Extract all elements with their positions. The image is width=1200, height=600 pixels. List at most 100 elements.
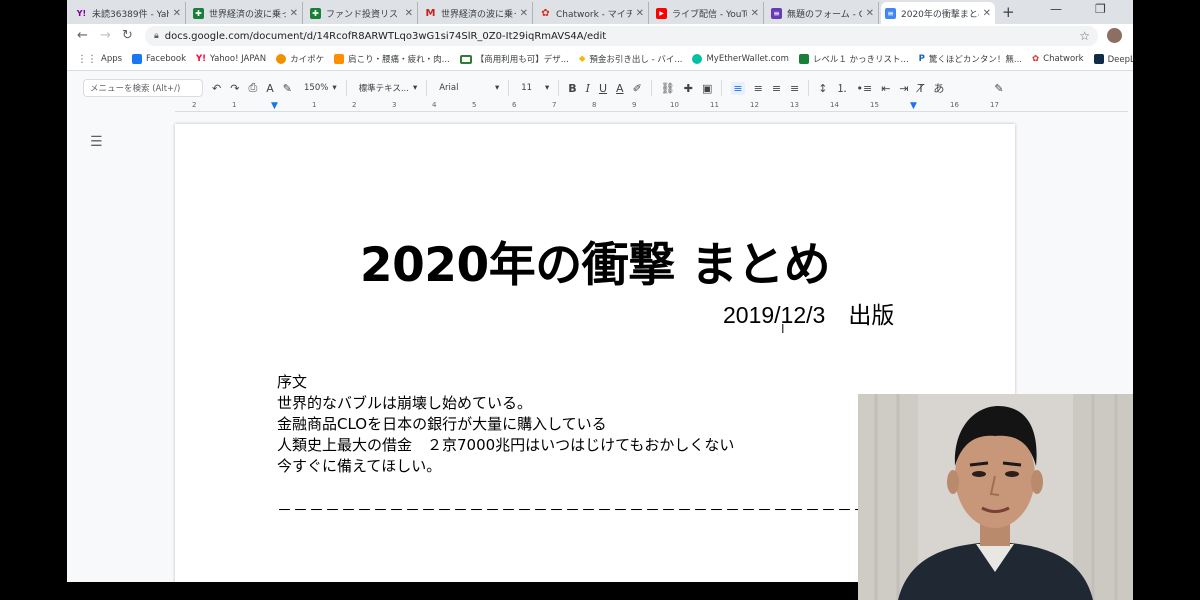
avatar[interactable] [1107, 28, 1122, 43]
zoom-select[interactable]: 150% ▾ [304, 83, 337, 93]
bookmark-item[interactable]: Y! Yahoo! JAPAN [196, 54, 266, 64]
chevron-down-icon: ▾ [544, 83, 550, 93]
toolbar-divider [426, 80, 428, 96]
ruler-tick: 12 [750, 101, 759, 109]
bookmark-label: 肩こり・腰痛・疲れ・肉... [348, 55, 450, 65]
close-icon[interactable]: ✕ [983, 8, 991, 19]
forward-icon[interactable]: → [100, 28, 111, 43]
browser-tab[interactable]: ≡ 無題のフォーム - Goo ✕ [767, 2, 879, 24]
close-icon[interactable]: ✕ [290, 8, 298, 19]
browser-tab[interactable]: M 世界経済の波に乗っ ✕ [421, 2, 533, 24]
document-body: 序文 世界的なバブルは崩壊し始めている。 金融商品CLOを日本の銀行が大量に購入… [277, 372, 734, 477]
font-select[interactable]: Arial ▾ [439, 83, 499, 93]
bookmark-item[interactable]: P 驚くほどカンタン！無... [919, 53, 1022, 65]
align-right-icon[interactable]: ≡ [772, 82, 781, 95]
decrease-indent-icon[interactable]: ⇤ [881, 82, 890, 95]
sheets-icon [798, 54, 809, 64]
bookmark-label: 驚くほどカンタン！無... [928, 55, 1023, 65]
bookmark-apps[interactable]: ⋮⋮ Apps [77, 54, 122, 65]
comment-icon[interactable]: ✚ [684, 82, 693, 95]
ruler-tick: 2 [352, 101, 357, 109]
bookmark-item[interactable]: 肩こり・腰痛・疲れ・肉... [334, 53, 450, 65]
ruler-tick: 15 [870, 101, 879, 109]
toolbar-divider [721, 80, 723, 96]
browser-tab[interactable]: ✚ ファンド投資リスト - ✕ [306, 2, 418, 24]
bookmark-item[interactable]: DeepL翻訳 [1093, 53, 1133, 65]
tab-label: ライブ配信 - YouTub [672, 9, 747, 20]
maximize-icon[interactable]: ❐ [1095, 2, 1106, 16]
redo-icon[interactable]: ↷ [230, 82, 239, 95]
underline-icon[interactable]: U [599, 82, 607, 95]
increase-indent-icon[interactable]: ⇥ [899, 82, 908, 95]
browser-tab[interactable]: Y! 未読36389件 - Yah ✕ [72, 2, 186, 24]
text-color-icon[interactable]: A [616, 82, 624, 95]
image-icon[interactable]: ▣ [702, 82, 712, 95]
browser-tab[interactable]: ✚ 世界経済の波に乗っ ✕ [189, 2, 303, 24]
bold-icon[interactable]: B [568, 82, 576, 95]
bookmark-item[interactable]: Facebook [132, 54, 186, 64]
document-outline-icon[interactable]: ☰ [90, 134, 103, 150]
toolbar-divider [508, 80, 510, 96]
highlight-icon[interactable]: ✐ [633, 82, 642, 95]
close-icon[interactable]: ✕ [751, 8, 759, 19]
numbered-list-icon[interactable]: ⒈ [836, 80, 847, 96]
lock-icon: 🔒︎ [154, 31, 159, 41]
close-icon[interactable]: ✕ [866, 8, 874, 19]
print-icon[interactable]: ⎙ [248, 81, 257, 95]
style-select[interactable]: 標準テキス... ▾ [359, 82, 418, 94]
link-icon[interactable]: ⛓ [661, 82, 675, 95]
close-icon[interactable]: ✕ [405, 8, 413, 19]
indent-marker-icon[interactable]: ▼ [271, 101, 278, 111]
menu-search-input[interactable]: メニューを検索 (Alt+/) [83, 79, 203, 97]
align-justify-icon[interactable]: ≡ [790, 82, 799, 95]
browser-tab-active[interactable]: ≡ 2020年の衝撃まとめ ✕ [881, 2, 995, 24]
clear-formatting-icon[interactable]: T̸ [918, 82, 925, 95]
tab-label: Chatwork - マイチャ [556, 9, 632, 20]
star-icon[interactable]: ☆ [1079, 29, 1090, 43]
right-indent-marker-icon[interactable]: ▼ [910, 101, 917, 111]
presenter-video [858, 394, 1133, 600]
editing-mode-icon[interactable]: ✎ [994, 82, 1003, 95]
bookmark-item[interactable]: ◆ 預金お引き出し - バイ... [579, 53, 683, 65]
back-icon[interactable]: ← [77, 28, 88, 43]
close-icon[interactable]: ✕ [173, 8, 181, 19]
spellcheck-icon[interactable]: A [266, 82, 274, 95]
bookmark-item[interactable]: 【商用利用も可】デザ... [459, 53, 569, 65]
bookmark-label: Chatwork [1043, 54, 1084, 64]
ruler-tick: 9 [632, 101, 637, 109]
reload-icon[interactable]: ↻ [122, 28, 133, 43]
italic-icon[interactable]: I [586, 82, 590, 95]
bulleted-list-icon[interactable]: •≡ [856, 82, 872, 95]
close-icon[interactable]: ✕ [636, 8, 644, 19]
align-center-icon[interactable]: ≡ [754, 82, 763, 95]
browser-tab[interactable]: ▶ ライブ配信 - YouTub ✕ [652, 2, 764, 24]
line-spacing-icon[interactable]: ↕ [818, 82, 827, 95]
bookmark-label: Yahoo! JAPAN [210, 54, 267, 64]
bookmark-label: レベル１ かっきリスト... [812, 55, 909, 65]
undo-icon[interactable]: ↶ [212, 82, 221, 95]
bookmark-item[interactable]: レベル１ かっきリスト... [798, 53, 909, 65]
align-left-icon[interactable]: ≡ [731, 81, 745, 95]
input-tools-icon[interactable]: あ [933, 80, 944, 96]
ruler[interactable]: 2 1 ▼ 1 2 3 4 5 6 7 8 9 10 11 12 13 14 1… [175, 101, 1128, 112]
yahoo-icon: Y! [196, 54, 207, 64]
toolbar-divider [558, 80, 560, 96]
ruler-tick: 1 [232, 101, 237, 109]
p-icon: P [918, 54, 925, 64]
font-size-select[interactable]: 11 ▾ [521, 83, 549, 93]
new-tab-button[interactable]: + [1002, 3, 1015, 21]
paint-format-icon[interactable]: ✎ [283, 82, 292, 95]
design-icon [459, 54, 472, 64]
url-text: docs.google.com/document/d/14RcofR8ARWTL… [164, 30, 607, 42]
body-line: 序文 [277, 373, 308, 391]
bookmark-item[interactable]: ✿ Chatwork [1032, 54, 1084, 64]
minimize-icon[interactable]: — [1050, 2, 1062, 16]
close-icon[interactable]: ✕ [520, 8, 528, 19]
url-field[interactable]: 🔒︎ docs.google.com/document/d/14RcofR8AR… [145, 26, 1098, 46]
binance-icon: ◆ [578, 54, 586, 64]
bookmark-item[interactable]: カイポケ [276, 53, 324, 65]
bookmarks-bar: ⋮⋮ Apps Facebook Y! Yahoo! JAPAN カイポケ 肩こ… [67, 48, 1133, 71]
bookmark-item[interactable]: MyEtherWallet.com [692, 54, 789, 64]
sheets-icon: ✚ [193, 7, 204, 19]
browser-tab[interactable]: ✿ Chatwork - マイチャ ✕ [536, 2, 649, 24]
